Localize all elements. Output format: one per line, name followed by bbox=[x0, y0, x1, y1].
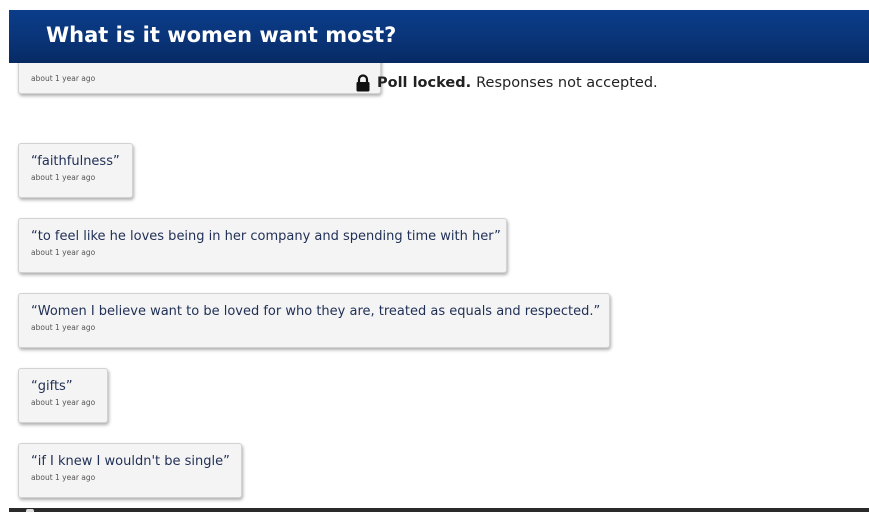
response-text: “if I knew I wouldn't be single” bbox=[31, 454, 230, 469]
poll-title: What is it women want most? bbox=[46, 23, 397, 47]
left-edge bbox=[0, 0, 9, 512]
response-timestamp: about 1 year ago bbox=[31, 323, 96, 332]
poll-header: What is it women want most? bbox=[9, 10, 869, 63]
top-strip bbox=[0, 0, 869, 10]
response-card: “Women I believe want to be loved for wh… bbox=[18, 293, 610, 348]
response-text: “to feel like he loves being in her comp… bbox=[31, 229, 501, 244]
response-timestamp: about 1 year ago bbox=[31, 74, 96, 83]
lock-icon bbox=[355, 74, 371, 92]
response-card: about 1 year ago bbox=[18, 63, 381, 94]
responses-not-accepted-text: Responses not accepted. bbox=[476, 75, 658, 91]
response-text: “Women I believe want to be loved for wh… bbox=[31, 304, 601, 319]
response-card: “faithfulness” about 1 year ago bbox=[18, 143, 133, 198]
footer-bar bbox=[9, 508, 869, 512]
response-card: “gifts” about 1 year ago bbox=[18, 368, 108, 423]
response-list: about 1 year ago “faithfulness” about 1 … bbox=[9, 63, 869, 508]
response-timestamp: about 1 year ago bbox=[31, 248, 96, 257]
response-card: “to feel like he loves being in her comp… bbox=[18, 218, 507, 273]
response-timestamp: about 1 year ago bbox=[31, 398, 96, 407]
response-card: “if I knew I wouldn't be single” about 1… bbox=[18, 443, 242, 498]
response-text: “faithfulness” bbox=[31, 154, 120, 169]
responses-area[interactable]: about 1 year ago “faithfulness” about 1 … bbox=[9, 63, 869, 508]
response-text: “gifts” bbox=[31, 379, 73, 394]
response-timestamp: about 1 year ago bbox=[31, 473, 96, 482]
response-timestamp: about 1 year ago bbox=[31, 173, 96, 182]
poll-locked-banner: Poll locked. Responses not accepted. bbox=[355, 73, 658, 93]
poll-locked-label: Poll locked. bbox=[377, 75, 472, 91]
